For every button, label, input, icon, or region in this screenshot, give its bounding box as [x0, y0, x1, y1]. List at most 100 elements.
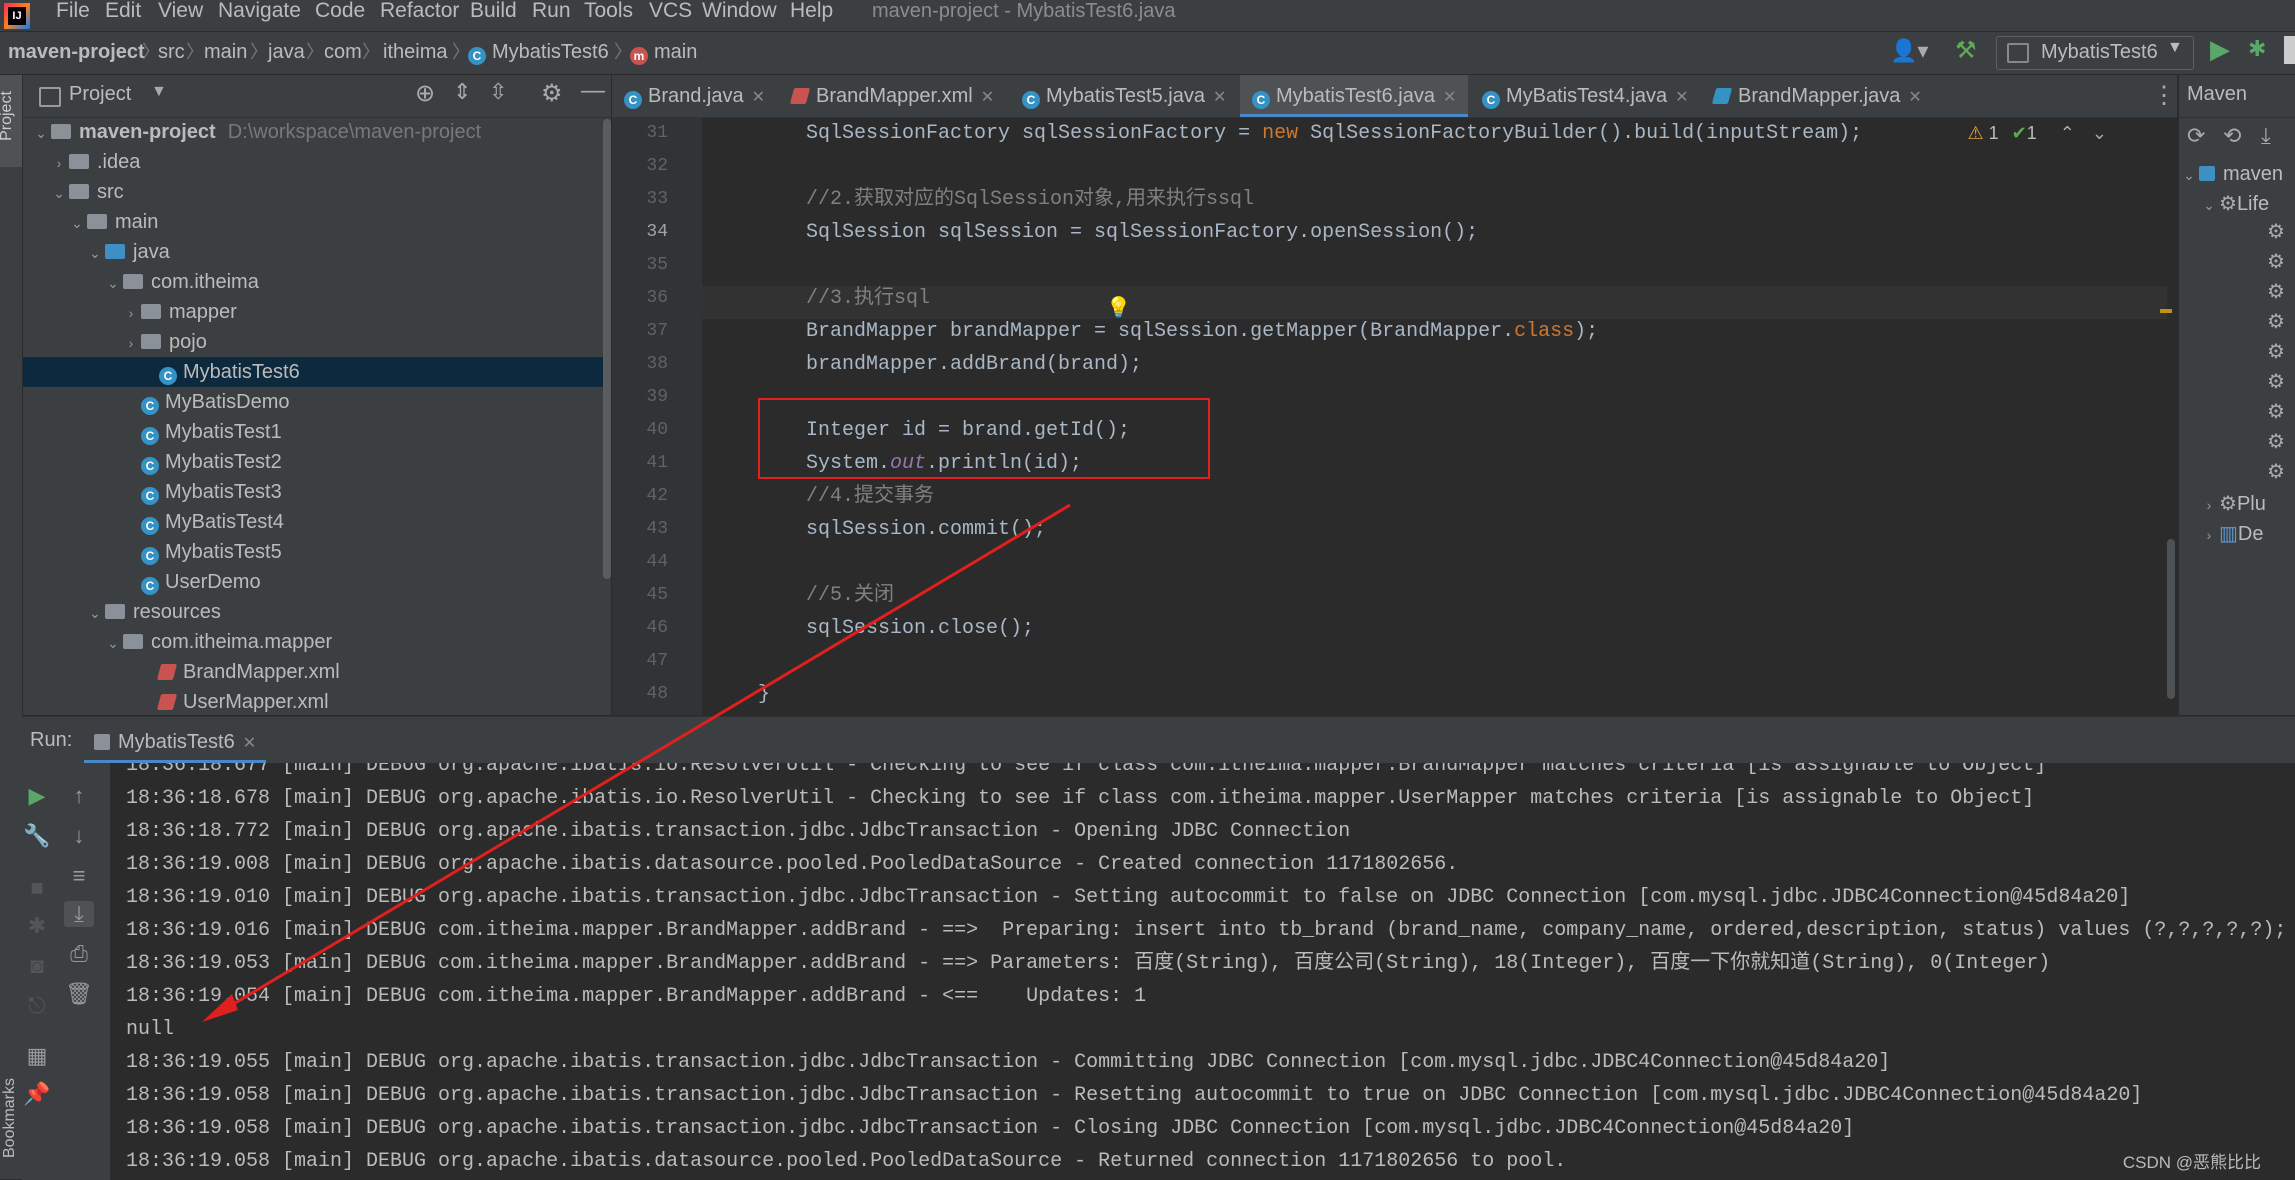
tree-item[interactable]: C MybatisTest6: [23, 357, 611, 387]
tree-item[interactable]: ⌄ maven-project D:\workspace\maven-project: [23, 117, 611, 147]
line-number[interactable]: 40: [618, 414, 668, 447]
run-icon[interactable]: ▶: [2210, 34, 2230, 65]
crumb-method[interactable]: m main: [630, 32, 697, 72]
soft-wrap-icon[interactable]: ≡: [64, 863, 94, 889]
chevron-right-icon[interactable]: ›: [121, 298, 141, 328]
line-number[interactable]: 47: [618, 645, 668, 678]
chevron-down-icon[interactable]: ⌄: [103, 268, 123, 298]
tab-mybatistest4[interactable]: C MyBatisTest4.java ✕: [1482, 75, 1689, 117]
tree-item[interactable]: C MybatisTest1: [23, 417, 611, 447]
close-icon[interactable]: ✕: [1213, 89, 1226, 106]
chevron-down-icon[interactable]: ⌄: [103, 628, 123, 658]
tab-mybatistest6[interactable]: C MybatisTest6.java ✕: [1240, 75, 1469, 117]
chevron-down-icon[interactable]: ⌄: [2092, 123, 2107, 143]
crumb-class[interactable]: C MybatisTest6: [468, 32, 609, 72]
maven-plugins-row[interactable]: › ⚙Plu: [2199, 489, 2266, 519]
code-comment[interactable]: //5.关闭: [806, 579, 894, 612]
code-line[interactable]: }: [758, 678, 770, 711]
line-number[interactable]: 43: [618, 513, 668, 546]
crumb-com[interactable]: com: [324, 32, 362, 72]
code-comment[interactable]: //4.提交事务: [806, 480, 934, 513]
menu-tools[interactable]: Tools: [584, 0, 633, 31]
reimport-icon[interactable]: ⟲: [2223, 123, 2241, 149]
crumb-itheima[interactable]: itheima: [383, 32, 447, 72]
collapse-all-icon[interactable]: ⇳: [489, 79, 507, 105]
line-number[interactable]: 39: [618, 381, 668, 414]
line-number[interactable]: 34: [618, 216, 668, 249]
chevron-down-icon[interactable]: ⌄: [31, 118, 51, 148]
tree-item[interactable]: › .idea: [23, 147, 611, 177]
line-number[interactable]: 35: [618, 249, 668, 282]
line-number[interactable]: 46: [618, 612, 668, 645]
arrow-up-icon[interactable]: ↑: [64, 783, 94, 809]
code-comment[interactable]: //2.获取对应的SqlSession对象,用来执行ssql: [806, 183, 1254, 216]
menu-window[interactable]: Window: [702, 0, 777, 31]
tree-item[interactable]: ⌄ main: [23, 207, 611, 237]
pin-icon[interactable]: 📌: [22, 1081, 52, 1107]
crumb-src[interactable]: src: [158, 32, 185, 72]
build-hammer-icon[interactable]: ⚒: [1955, 36, 1977, 65]
lifecycle-goal-gear-icon[interactable]: ⚙: [2267, 429, 2285, 454]
trash-icon[interactable]: 🗑: [64, 981, 94, 1007]
tree-item[interactable]: C MybatisTest3: [23, 477, 611, 507]
tree-item[interactable]: C MybatisTest2: [23, 447, 611, 477]
line-number[interactable]: 44: [618, 546, 668, 579]
project-scrollbar[interactable]: [603, 119, 611, 659]
stop-icon[interactable]: ■: [22, 875, 52, 901]
line-number[interactable]: 42: [618, 480, 668, 513]
tree-item[interactable]: C MybatisTest5: [23, 537, 611, 567]
menu-file[interactable]: File: [56, 0, 90, 31]
chevron-down-icon[interactable]: ▼: [151, 83, 167, 101]
tree-item[interactable]: › mapper: [23, 297, 611, 327]
debug-bug-icon[interactable]: ✱: [22, 913, 52, 939]
chevron-right-icon[interactable]: ›: [121, 328, 141, 358]
chevron-up-icon[interactable]: ⌃: [2060, 123, 2075, 143]
tree-item[interactable]: C UserDemo: [23, 567, 611, 597]
close-icon[interactable]: ✕: [1908, 89, 1921, 106]
lifecycle-goal-gear-icon[interactable]: ⚙: [2267, 309, 2285, 334]
code-line[interactable]: sqlSession.close();: [806, 612, 1034, 645]
tab-brand-java[interactable]: C Brand.java ✕: [624, 75, 765, 117]
expand-all-icon[interactable]: ⇕: [453, 79, 471, 105]
tree-item[interactable]: ⌄ java: [23, 237, 611, 267]
lifecycle-goal-gear-icon[interactable]: ⚙: [2267, 339, 2285, 364]
lifecycle-goal-gear-icon[interactable]: ⚙: [2267, 399, 2285, 424]
console-output[interactable]: 18:36:18.677 [main] DEBUG org.apache.iba…: [110, 763, 2295, 1180]
tree-item[interactable]: BrandMapper.xml: [23, 657, 611, 687]
scroll-to-end-icon[interactable]: ⤓: [64, 901, 94, 927]
refresh-icon[interactable]: ⟳: [2187, 123, 2205, 149]
code-line[interactable]: BrandMapper brandMapper = sqlSession.get…: [806, 315, 1598, 348]
tree-item[interactable]: › pojo: [23, 327, 611, 357]
camera-icon[interactable]: ◙: [22, 953, 52, 979]
tree-item[interactable]: C MyBatisTest4: [23, 507, 611, 537]
menu-edit[interactable]: Edit: [105, 0, 141, 31]
chevron-down-icon[interactable]: ⌄: [67, 208, 87, 238]
line-number[interactable]: 41: [618, 447, 668, 480]
close-icon[interactable]: ✕: [1443, 89, 1456, 106]
crumb-java[interactable]: java: [268, 32, 305, 72]
download-icon[interactable]: ⤓: [2261, 123, 2271, 149]
code-comment[interactable]: //3.执行sql: [806, 282, 930, 315]
code-line[interactable]: SqlSessionFactory sqlSessionFactory = ne…: [806, 117, 1862, 150]
menu-help[interactable]: Help: [790, 0, 833, 31]
close-icon[interactable]: ✕: [981, 89, 994, 106]
bookmarks-tool-tab[interactable]: Bookmarks: [0, 1078, 22, 1179]
close-icon[interactable]: ✕: [1675, 89, 1688, 106]
tree-item[interactable]: C MyBatisDemo: [23, 387, 611, 417]
line-number[interactable]: 45: [618, 579, 668, 612]
project-panel-title[interactable]: Project: [69, 83, 131, 106]
editor-scrollbar[interactable]: [2167, 119, 2177, 715]
crumb-project[interactable]: maven-project: [8, 32, 145, 72]
profile-icon[interactable]: [2284, 36, 2295, 64]
line-number[interactable]: 32: [618, 150, 668, 183]
lifecycle-goal-gear-icon[interactable]: ⚙: [2267, 369, 2285, 394]
tree-item[interactable]: ⌄ com.itheima.mapper: [23, 627, 611, 657]
wrench-icon[interactable]: 🔧: [22, 823, 52, 849]
menu-vcs[interactable]: VCS: [649, 0, 692, 31]
menu-build[interactable]: Build: [470, 0, 517, 31]
maven-dependencies-row[interactable]: › ▥De: [2199, 519, 2264, 549]
run-tab-mybatistest6[interactable]: MybatisTest6 ✕: [84, 727, 267, 763]
line-number[interactable]: 48: [618, 678, 668, 711]
code-line[interactable]: sqlSession.commit();: [806, 513, 1046, 546]
line-number[interactable]: 31: [618, 117, 668, 150]
